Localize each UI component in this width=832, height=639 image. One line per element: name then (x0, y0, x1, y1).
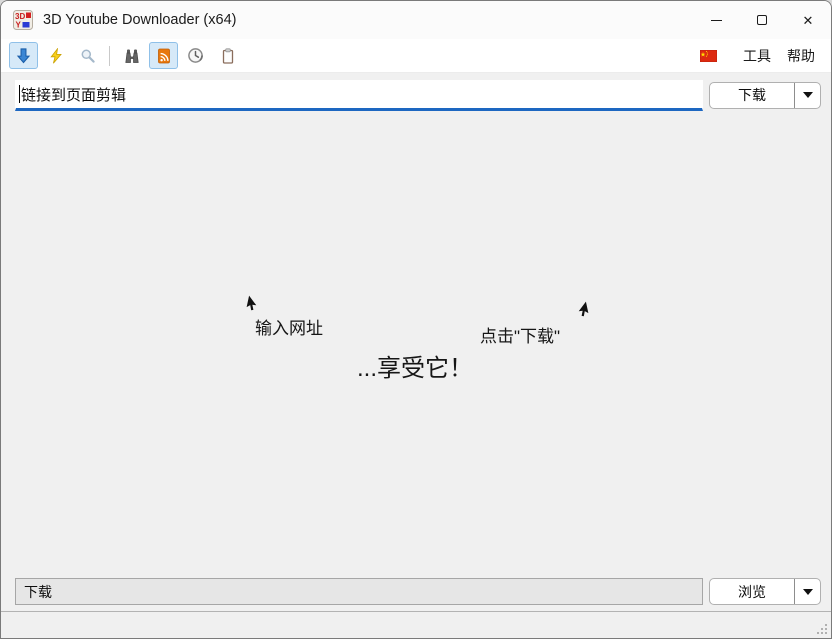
main-area: 输入网址 点击"下载" ...享受它！ (1, 115, 831, 574)
hint-enter-url: 输入网址 (255, 314, 323, 339)
text-caret (19, 85, 20, 103)
search-button[interactable] (73, 42, 102, 69)
quick-download-button[interactable] (41, 42, 70, 69)
title-bar: 3D Y 3D Youtube Downloader (x64) ✕ (1, 1, 831, 39)
menu-help[interactable]: 帮助 (779, 41, 823, 71)
url-row: 链接到页面剪辑 下载 (1, 73, 831, 115)
maximize-icon (757, 15, 767, 25)
bottom-row: 下载 浏览 (1, 574, 831, 611)
app-logo-icon: 3D Y (13, 10, 33, 30)
toolbar-separator (109, 46, 110, 66)
toolbar-right: 工具 帮助 (700, 41, 823, 71)
window-title: 3D Youtube Downloader (x64) (43, 12, 236, 28)
maximize-button[interactable] (739, 1, 785, 39)
download-dropdown-button[interactable] (795, 83, 820, 108)
paste-button[interactable] (213, 42, 242, 69)
hint-click-download: 点击"下载" (480, 322, 560, 347)
download-progress-field: 下载 (15, 578, 703, 605)
rss-feed-icon (156, 48, 172, 64)
url-input-value: 链接到页面剪辑 (21, 84, 126, 105)
feed-button[interactable] (149, 42, 178, 69)
cursor-arrow-icon (574, 301, 590, 320)
progress-label: 下载 (24, 582, 52, 602)
browser-watch-button[interactable] (117, 42, 146, 69)
close-button[interactable]: ✕ (785, 1, 831, 39)
download-arrow-icon (15, 47, 32, 64)
url-input[interactable]: 链接到页面剪辑 (15, 80, 703, 111)
chevron-down-icon (803, 92, 813, 98)
resize-grip[interactable] (815, 622, 828, 635)
minimize-button[interactable] (693, 1, 739, 39)
svg-text:Y: Y (16, 21, 22, 30)
window-controls: ✕ (693, 1, 831, 39)
history-button[interactable] (181, 42, 210, 69)
download-button[interactable]: 下载 (710, 83, 794, 108)
download-mode-button[interactable] (9, 42, 38, 69)
toolbar: 工具 帮助 (1, 39, 831, 73)
cursor-arrow-icon (244, 295, 260, 314)
chevron-down-icon (803, 589, 813, 595)
status-bar (1, 611, 831, 638)
history-clock-icon (187, 47, 204, 64)
close-icon: ✕ (803, 14, 814, 27)
search-icon (80, 48, 96, 64)
app-window: 3D Y 3D Youtube Downloader (x64) ✕ (0, 0, 832, 639)
language-flag-icon[interactable] (700, 50, 717, 62)
menu-tools[interactable]: 工具 (735, 41, 779, 71)
browse-button[interactable]: 浏览 (710, 579, 794, 604)
download-split-button: 下载 (709, 82, 821, 109)
binoculars-icon (124, 48, 140, 64)
browse-dropdown-button[interactable] (795, 579, 820, 604)
clipboard-icon (220, 48, 236, 64)
lightning-icon (48, 48, 64, 64)
hint-enjoy: ...享受它！ (357, 348, 473, 383)
minimize-icon (711, 20, 722, 21)
browse-split-button: 浏览 (709, 578, 821, 605)
